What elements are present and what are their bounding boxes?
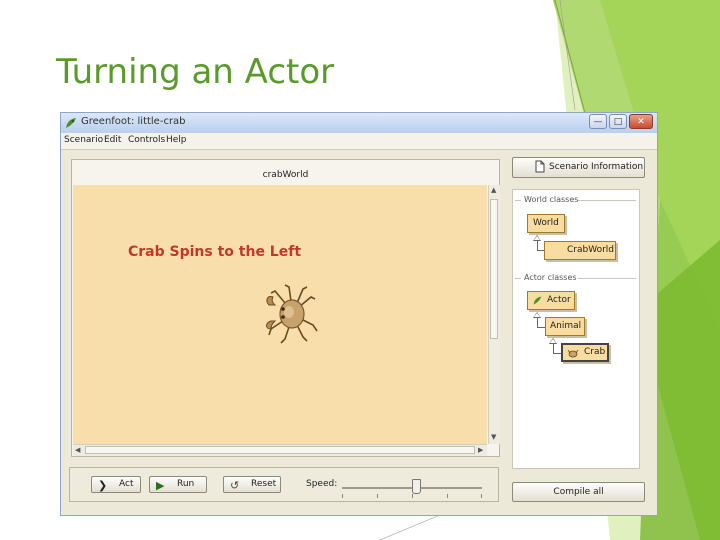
class-crab[interactable]: Crab <box>561 343 609 362</box>
maximize-button[interactable]: □ <box>609 114 627 129</box>
minimize-button[interactable]: — <box>589 114 607 129</box>
group-divider <box>578 278 636 279</box>
greenfoot-window: Greenfoot: little-crab — □ ✕ Scenario Ed… <box>60 112 658 516</box>
scroll-right-icon[interactable]: ▶ <box>478 446 483 454</box>
speed-label: Speed: <box>306 479 338 489</box>
inheritance-line <box>537 327 545 328</box>
group-divider <box>578 200 636 201</box>
menu-controls[interactable]: Controls <box>128 135 165 145</box>
document-icon <box>535 160 545 173</box>
world-vertical-scrollbar[interactable]: ▲ ▼ <box>488 185 500 444</box>
class-animal[interactable]: Animal <box>545 317 585 336</box>
speed-tick <box>412 494 413 498</box>
run-button[interactable]: ▶ Run <box>149 476 207 493</box>
class-actor-label: Actor <box>547 295 571 305</box>
scenario-information-button[interactable]: Scenario Information <box>512 157 645 178</box>
compile-all-button[interactable]: Compile all <box>512 482 645 502</box>
window-title: Greenfoot: little-crab <box>81 116 186 127</box>
reset-button[interactable]: ↺ Reset <box>223 476 281 493</box>
execution-controls: ❯ Act ▶ Run ↺ Reset Speed: <box>69 467 499 502</box>
group-divider <box>515 200 521 201</box>
scroll-down-icon[interactable]: ▼ <box>491 433 496 441</box>
world-horizontal-scrollbar[interactable]: ◀ ▶ <box>73 444 487 456</box>
class-animal-label: Animal <box>550 321 582 331</box>
actor-classes-label: Actor classes <box>524 273 577 282</box>
window-titlebar[interactable]: Greenfoot: little-crab — □ ✕ <box>61 113 657 133</box>
speed-tick <box>481 494 482 498</box>
vertical-scroll-thumb[interactable] <box>490 199 498 339</box>
act-button[interactable]: ❯ Act <box>91 476 141 493</box>
speed-tick <box>342 494 343 498</box>
act-button-label: Act <box>119 479 134 489</box>
menu-bar: Scenario Edit Controls Help <box>61 133 657 150</box>
speed-tick <box>447 494 448 498</box>
crab-icon[interactable] <box>263 283 319 345</box>
inheritance-line <box>537 250 544 251</box>
reset-button-label: Reset <box>251 479 277 489</box>
crab-spin-annotation: Crab Spins to the Left <box>128 244 302 260</box>
greenfoot-logo-icon <box>533 296 542 305</box>
crab-icon <box>567 349 579 358</box>
scenario-information-label: Scenario Information <box>549 162 644 172</box>
act-icon: ❯ <box>98 479 108 492</box>
world-classes-label: World classes <box>524 195 579 204</box>
class-world-label: World <box>533 218 559 228</box>
class-crabworld-label: CrabWorld <box>567 245 615 255</box>
class-crabworld[interactable]: CrabWorld <box>544 241 616 260</box>
greenfoot-logo-icon <box>66 118 76 128</box>
class-world[interactable]: World <box>527 214 565 233</box>
class-actor[interactable]: Actor <box>527 291 575 310</box>
reset-icon: ↺ <box>230 479 240 492</box>
menu-help[interactable]: Help <box>166 135 187 145</box>
speed-tick <box>377 494 378 498</box>
class-diagram: World classes World CrabWorld Actor clas… <box>512 189 640 469</box>
close-button[interactable]: ✕ <box>629 114 653 129</box>
scroll-up-icon[interactable]: ▲ <box>491 186 496 194</box>
world-name-label: crabWorld <box>262 170 309 180</box>
slide-title: Turning an Actor <box>56 52 335 92</box>
menu-edit[interactable]: Edit <box>104 135 121 145</box>
world-panel: crabWorld Crab Spins to the Left ▲ ▼ ◀ ▶ <box>71 159 500 457</box>
speed-slider-thumb[interactable] <box>412 479 422 494</box>
world-canvas[interactable]: Crab Spins to the Left <box>73 185 487 444</box>
group-divider <box>515 278 521 279</box>
scroll-left-icon[interactable]: ◀ <box>75 446 80 454</box>
menu-scenario[interactable]: Scenario <box>64 135 103 145</box>
play-icon: ▶ <box>156 479 165 492</box>
inheritance-line <box>553 353 561 354</box>
horizontal-scroll-thumb[interactable] <box>85 446 475 454</box>
class-crab-label: Crab <box>584 347 606 357</box>
run-button-label: Run <box>177 479 195 489</box>
